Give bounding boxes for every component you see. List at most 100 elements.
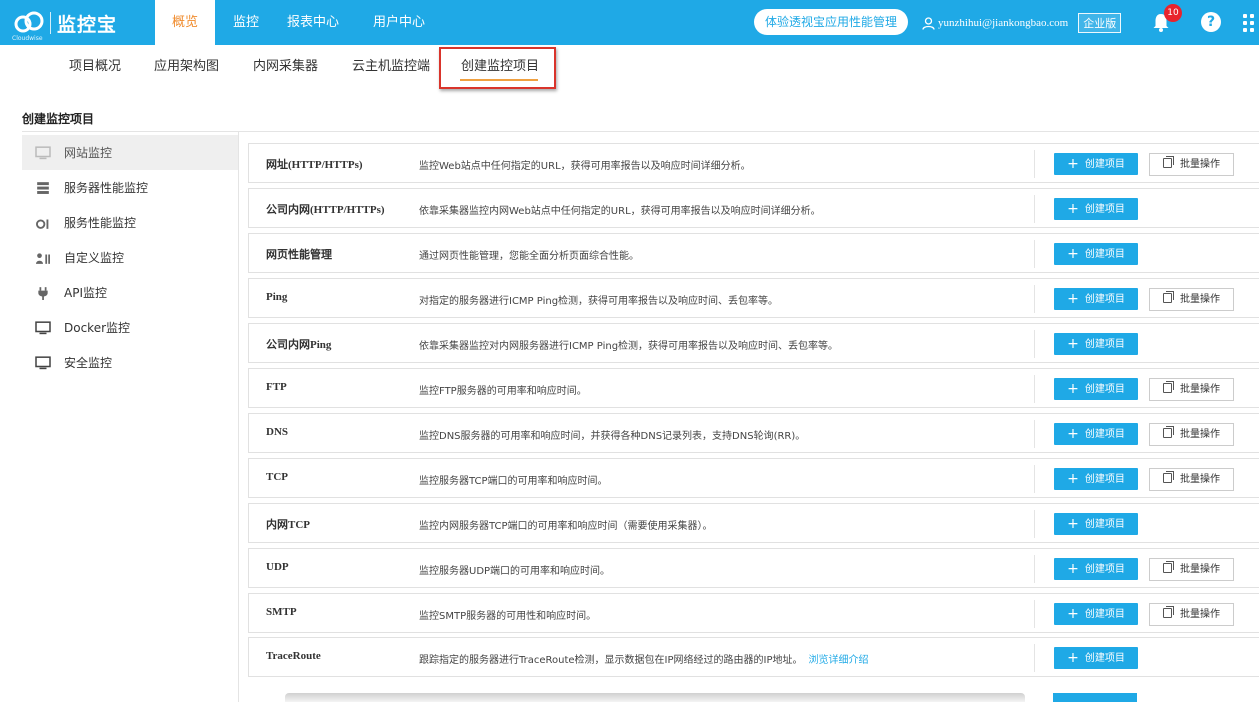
monitor-row: Ping 对指定的服务器进行ICMP Ping检测，获得可用率报告以及响应时间、丢…: [248, 278, 1259, 318]
monitor-name: 公司内网Ping: [266, 339, 332, 351]
row-separator: [1034, 375, 1035, 403]
nav-item-reports[interactable]: 报表中心: [287, 0, 339, 45]
monitor-description: 通过网页性能管理，您能全面分析页面综合性能。: [419, 247, 639, 262]
monitor-description-text: 对指定的服务器进行ICMP Ping检测，获得可用率报告以及响应时间、丢包率等。: [419, 296, 779, 307]
monitor-row: 网址(HTTP/HTTPs) 监控Web站点中任何指定的URL，获得可用率报告以及…: [248, 143, 1259, 183]
user-account[interactable]: yunzhihui@jiankongbao.com 企业版: [922, 13, 1122, 33]
subnav-cloud-host-monitor[interactable]: 云主机监控端: [352, 55, 430, 74]
create-button-label: 创建项目: [1084, 159, 1125, 170]
create-button-label: 创建项目: [1084, 384, 1125, 395]
sidebar-item-label: 服务器性能监控: [64, 181, 149, 195]
create-button-label: 创建项目: [1084, 519, 1125, 530]
create-project-button[interactable]: + 创建项目: [1054, 468, 1138, 490]
copy-icon: [1163, 381, 1174, 393]
create-project-button[interactable]: + 创建项目: [1054, 288, 1138, 310]
sidebar-item-api[interactable]: API监控: [22, 275, 238, 310]
help-icon[interactable]: ?: [1201, 12, 1221, 32]
row-separator: [1034, 510, 1035, 538]
sidebar-item-custom[interactable]: 自定义监控: [22, 240, 238, 275]
monitor-row: 内网TCP 监控内网服务器TCP端口的可用率和响应时间（需要使用采集器）。 + 创建项…: [248, 503, 1259, 543]
create-project-button[interactable]: + 创建项目: [1054, 558, 1138, 580]
cloud-logo-icon: [14, 11, 44, 33]
sidebar-item-website[interactable]: 网站监控: [22, 135, 238, 170]
create-project-button[interactable]: + 创建项目: [1054, 603, 1138, 625]
horizontal-scrollbar[interactable]: [285, 693, 1025, 702]
create-button-label: 创建项目: [1084, 429, 1125, 440]
create-button-label: 创建项目: [1084, 339, 1125, 350]
batch-operation-button[interactable]: 批量操作: [1149, 153, 1234, 176]
batch-operation-button[interactable]: 批量操作: [1149, 288, 1234, 311]
create-button-partial[interactable]: [1053, 693, 1137, 702]
copy-icon: [1163, 426, 1174, 438]
plus-icon: +: [1067, 426, 1079, 442]
user-email: yunzhihui@jiankongbao.com: [938, 17, 1069, 29]
create-project-button[interactable]: + 创建项目: [1054, 333, 1138, 355]
apps-grid-icon[interactable]: [1243, 14, 1257, 32]
nav-item-monitor[interactable]: 监控: [233, 0, 259, 45]
nav-item-user-center[interactable]: 用户中心: [373, 0, 425, 45]
monitor-row: TraceRoute 跟踪指定的服务器进行TraceRoute检测，显示数据包在I…: [248, 637, 1259, 677]
create-project-button[interactable]: + 创建项目: [1054, 647, 1138, 669]
monitor-description: 监控服务器TCP端口的可用率和响应时间。: [419, 472, 608, 487]
batch-operation-button[interactable]: 批量操作: [1149, 603, 1234, 626]
create-button-label: 创建项目: [1084, 249, 1125, 260]
plus-icon: +: [1067, 471, 1079, 487]
monitor-description-text: 监控服务器UDP端口的可用率和响应时间。: [419, 566, 611, 577]
user-icon: [922, 16, 935, 30]
category-sidebar: 网站监控 服务器性能监控 服务性能监控 自定义监控 API监控 Docker监控…: [22, 135, 238, 380]
batch-operation-button[interactable]: 批量操作: [1149, 468, 1234, 491]
sidebar-item-server-performance[interactable]: 服务器性能监控: [22, 170, 238, 205]
monitor-description: 跟踪指定的服务器进行TraceRoute检测，显示数据包在IP网络经过的路由器的…: [419, 651, 869, 666]
batch-button-label: 批量操作: [1180, 474, 1220, 485]
page-title: 创建监控项目: [22, 112, 95, 126]
row-separator: [1034, 240, 1035, 268]
plus-icon: +: [1067, 246, 1079, 262]
subnav-intranet-collector[interactable]: 内网采集器: [253, 55, 318, 74]
plus-icon: +: [1067, 516, 1079, 532]
create-button-label: 创建项目: [1084, 609, 1125, 620]
monitor-name: SMTP: [266, 606, 297, 618]
create-project-button[interactable]: + 创建项目: [1054, 198, 1138, 220]
copy-icon: [1163, 291, 1174, 303]
custom-icon: [36, 252, 50, 264]
monitor-description-text: 监控DNS服务器的可用率和响应时间，并获得各种DNS记录列表，支持DNS轮询(R…: [419, 431, 806, 442]
monitor-description: 监控内网服务器TCP端口的可用率和响应时间（需要使用采集器）。: [419, 517, 713, 532]
subnav-project-overview[interactable]: 项目概况: [69, 55, 121, 74]
create-project-button[interactable]: + 创建项目: [1054, 153, 1138, 175]
monitor-description-text: 监控SMTP服务器的可用性和响应时间。: [419, 611, 597, 622]
sidebar-item-docker[interactable]: Docker监控: [22, 310, 238, 345]
row-separator: [1034, 465, 1035, 493]
row-separator: [1034, 600, 1035, 628]
monitor-name: 网页性能管理: [266, 249, 332, 261]
create-project-button[interactable]: + 创建项目: [1054, 423, 1138, 445]
trial-apm-button[interactable]: 体验透视宝应用性能管理: [754, 9, 908, 35]
row-separator: [1034, 644, 1035, 672]
monitor-name: 内网TCP: [266, 519, 310, 531]
create-project-button[interactable]: + 创建项目: [1054, 513, 1138, 535]
create-button-label: 创建项目: [1084, 204, 1125, 215]
logo-subtitle: Cloudwise: [12, 35, 43, 42]
sidebar-item-security[interactable]: 安全监控: [22, 345, 238, 380]
logo-text: 监控宝: [57, 13, 118, 36]
batch-operation-button[interactable]: 批量操作: [1149, 558, 1234, 581]
create-button-label: 创建项目: [1084, 474, 1125, 485]
monitor-description: 监控服务器UDP端口的可用率和响应时间。: [419, 562, 610, 577]
monitor-description: 对指定的服务器进行ICMP Ping检测，获得可用率报告以及响应时间、丢包率等。: [419, 292, 778, 307]
monitor-description-text: 监控内网服务器TCP端口的可用率和响应时间（需要使用采集器）。: [419, 521, 713, 532]
subnav-app-architecture[interactable]: 应用架构图: [154, 55, 219, 74]
sidebar-item-label: 服务性能监控: [64, 216, 137, 230]
nav-item-overview[interactable]: 概览: [155, 0, 215, 45]
monitor-description: 监控DNS服务器的可用率和响应时间，并获得各种DNS记录列表，支持DNS轮询(R…: [419, 427, 805, 442]
create-button-label: 创建项目: [1084, 564, 1125, 575]
sidebar-item-service-performance[interactable]: 服务性能监控: [22, 205, 238, 240]
monitor-name: FTP: [266, 381, 287, 393]
create-project-button[interactable]: + 创建项目: [1054, 378, 1138, 400]
batch-operation-button[interactable]: 批量操作: [1149, 423, 1234, 446]
section-divider: [22, 131, 1259, 132]
monitor-description-text: 监控FTP服务器的可用率和响应时间。: [419, 386, 587, 397]
logo-divider: [50, 12, 51, 34]
create-project-button[interactable]: + 创建项目: [1054, 243, 1138, 265]
details-link[interactable]: 浏览详细介绍: [809, 655, 869, 666]
batch-operation-button[interactable]: 批量操作: [1149, 378, 1234, 401]
logo[interactable]: 监控宝 Cloudwise: [12, 8, 118, 42]
